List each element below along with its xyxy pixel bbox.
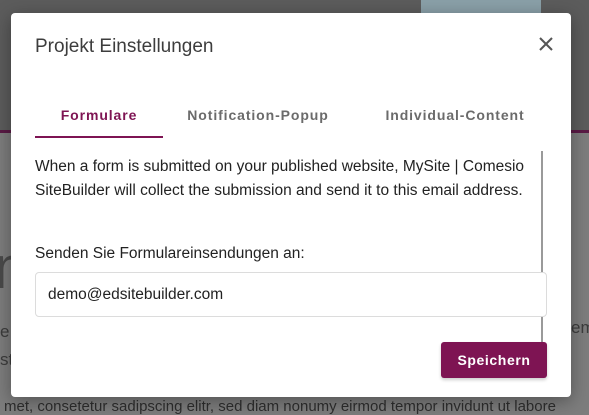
tab-formulare[interactable]: Formulare	[35, 97, 163, 139]
close-button[interactable]	[535, 33, 557, 55]
dialog-title: Projekt Einstellungen	[35, 36, 214, 57]
settings-dialog: Projekt Einstellungen Formulare Notifica…	[11, 13, 571, 397]
form-description: When a form is submitted on your publish…	[35, 158, 525, 199]
scrollbar[interactable]	[541, 151, 543, 361]
save-button[interactable]: Speichern	[441, 342, 547, 378]
email-field[interactable]	[35, 272, 547, 317]
background-lorem-text: met, consetetur sadipscing elitr, sed di…	[4, 398, 556, 415]
email-field-label: Senden Sie Formulareinsendungen an:	[35, 245, 305, 262]
settings-tabs: Formulare Notification-Popup Individual-…	[35, 97, 543, 139]
tab-individual-content[interactable]: Individual-Content	[380, 97, 530, 139]
close-icon	[539, 37, 553, 51]
active-tab-indicator	[35, 136, 163, 138]
background-image	[421, 0, 541, 14]
background-text-fragment-left-1: e	[0, 322, 10, 341]
tab-notification-popup[interactable]: Notification-Popup	[183, 97, 333, 139]
background-text-fragment-right: em	[571, 318, 589, 337]
